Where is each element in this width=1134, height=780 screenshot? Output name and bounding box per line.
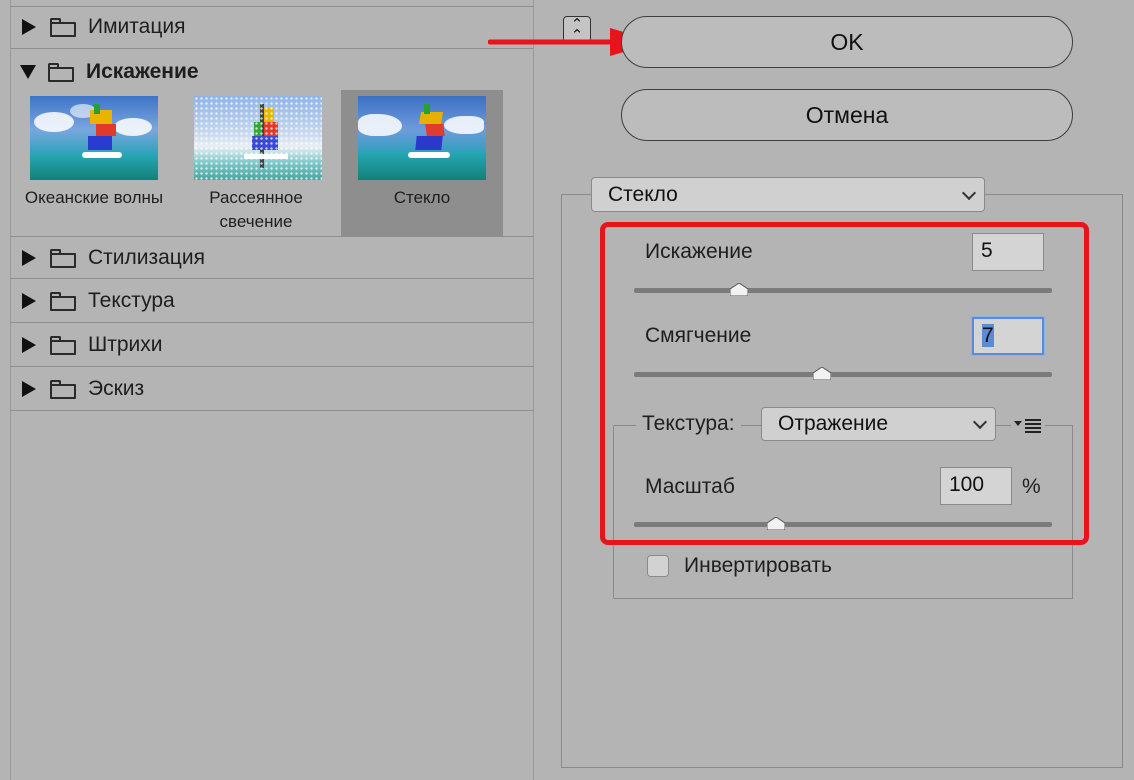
- category-strokes[interactable]: Штрихи: [11, 324, 533, 367]
- expand-triangle-icon[interactable]: [22, 249, 36, 266]
- category-distortion[interactable]: Искажение: [11, 50, 533, 93]
- category-label: Имитация: [88, 15, 186, 38]
- category-imitation[interactable]: Имитация: [11, 6, 533, 49]
- filter-gallery-panel: Имитация Искажение Океанские волны Рассе…: [10, 0, 534, 780]
- thumbnail-ocean-waves[interactable]: Океанские волны: [13, 90, 175, 236]
- category-sketch[interactable]: Эскиз: [11, 368, 533, 411]
- category-label: Искажение: [86, 59, 199, 83]
- ok-button[interactable]: OK: [621, 16, 1073, 68]
- expand-triangle-icon[interactable]: [22, 337, 36, 353]
- filter-select[interactable]: Стекло: [591, 177, 985, 212]
- red-highlight-annotation: [600, 222, 1089, 545]
- chevron-down-icon: [961, 185, 977, 200]
- glass-preview-image: [358, 96, 486, 180]
- expand-triangle-icon[interactable]: [22, 19, 36, 35]
- filter-thumbnails: Океанские волны Рассеянное свечение Стек…: [11, 90, 503, 236]
- folder-icon: [48, 62, 74, 82]
- thumbnail-glass[interactable]: Стекло: [341, 90, 503, 236]
- ocean-waves-preview-image: [30, 96, 158, 180]
- thumbnail-caption: Рассеянное свечение: [209, 188, 303, 231]
- category-label: Стилизация: [88, 245, 205, 269]
- thumbnail-caption: Океанские волны: [24, 188, 164, 207]
- category-label: Штрихи: [88, 333, 163, 356]
- thumbnail-caption: Стекло: [393, 188, 451, 207]
- expand-triangle-icon[interactable]: [22, 293, 36, 309]
- folder-icon: [50, 248, 76, 268]
- folder-icon: [50, 336, 76, 355]
- cancel-button[interactable]: Отмена: [621, 89, 1073, 141]
- category-texture[interactable]: Текстура: [11, 280, 533, 323]
- expand-triangle-icon[interactable]: [22, 381, 36, 397]
- collapse-triangle-icon[interactable]: [20, 64, 36, 79]
- category-label: Эскиз: [88, 377, 145, 400]
- filter-select-value: Стекло: [608, 182, 678, 206]
- diffuse-glow-preview-image: [194, 96, 322, 180]
- category-stylize[interactable]: Стилизация: [11, 236, 533, 279]
- folder-icon: [50, 18, 76, 37]
- invert-checkbox[interactable]: [647, 555, 669, 577]
- folder-icon: [50, 292, 76, 311]
- invert-label: Инвертировать: [684, 554, 832, 577]
- folder-icon: [50, 380, 76, 399]
- category-label: Текстура: [88, 289, 175, 312]
- thumbnail-diffuse-glow[interactable]: Рассеянное свечение: [175, 90, 337, 236]
